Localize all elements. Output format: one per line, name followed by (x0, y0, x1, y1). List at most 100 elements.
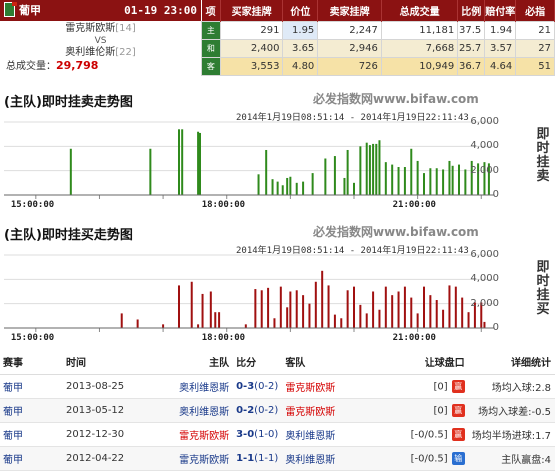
result-badge: 输 (451, 451, 465, 465)
bar (181, 129, 184, 195)
history-col-header: 详细统计 (468, 350, 555, 375)
bar (254, 289, 257, 328)
odds-col-header: 赔付率 (484, 0, 517, 21)
bar (69, 148, 72, 195)
odds-idx: 51 (515, 56, 555, 76)
bar (324, 158, 327, 195)
history-score: 3-0 (236, 428, 255, 440)
away-rank: [22] (115, 47, 136, 58)
history-away[interactable]: 奥利维恩斯 (285, 431, 335, 442)
vs-label: VS (94, 36, 107, 46)
bar (448, 285, 451, 328)
history-date: 2013-05-12 (66, 404, 125, 416)
odds-ratio: 36.7 (457, 56, 486, 76)
bar (257, 174, 260, 195)
history-league[interactable]: 葡甲 (3, 383, 23, 394)
bar (384, 286, 387, 328)
bar (289, 176, 292, 195)
history-handicap: [-0/0.5] (410, 429, 448, 440)
bar (429, 168, 432, 195)
bar (378, 309, 381, 328)
bar (451, 165, 454, 195)
home-rank: [14] (115, 23, 136, 34)
history-home[interactable]: 雷克斯欧斯 (179, 455, 229, 466)
odds-sell: 2,946 (317, 38, 382, 58)
bar (435, 168, 438, 195)
history-stat: 场均入球:2.8 (491, 382, 551, 394)
bar (435, 300, 438, 328)
bar (260, 290, 263, 328)
bar (162, 324, 165, 328)
bar (333, 314, 336, 328)
history-away[interactable]: 雷克斯欧斯 (285, 383, 335, 394)
history-half-score: (0-2) (254, 404, 279, 416)
history-home[interactable]: 奥利维恩斯 (179, 383, 229, 394)
bar (372, 143, 375, 195)
bar (359, 146, 362, 195)
bar (372, 291, 375, 328)
y-tick-label: 6,000 (470, 116, 499, 127)
bar (321, 270, 324, 328)
bar (295, 290, 298, 328)
bar (302, 181, 305, 195)
bar (410, 148, 413, 195)
history-handicap: [-0/0.5] (410, 453, 448, 464)
bar (442, 169, 445, 195)
bar (302, 295, 305, 328)
away-team[interactable]: 奥利维伦斯 (65, 47, 115, 58)
bar (423, 286, 425, 328)
history-col-header: 主队 (156, 350, 234, 375)
bar (286, 177, 289, 195)
bar (214, 312, 217, 328)
odds-buy: 2,400 (219, 38, 284, 58)
home-team[interactable]: 雷克斯欧斯 (65, 23, 115, 34)
x-tick-label: 21:00:00 (392, 333, 436, 343)
bar (273, 318, 276, 328)
bar (378, 140, 381, 195)
odds-ratio: 37.5 (457, 20, 486, 40)
bar (403, 286, 406, 328)
bar (178, 129, 180, 195)
bar (178, 285, 180, 328)
history-stat: 主队赢盘:4 (501, 454, 551, 466)
history-league[interactable]: 葡甲 (3, 431, 23, 442)
history-row: 葡甲 2012-12-30 雷克斯欧斯 3-0(1-0) 奥利维恩斯 [-0/0.5] 赢场… (0, 422, 555, 447)
bar (454, 286, 457, 328)
result-badge: 赢 (451, 403, 465, 417)
league-flag-icon (4, 2, 17, 17)
bar (442, 309, 445, 328)
history-league[interactable]: 葡甲 (3, 455, 23, 466)
history-home[interactable]: 雷克斯欧斯 (179, 431, 229, 442)
history-col-header: 客队 (282, 350, 380, 375)
history-home[interactable]: 奥利维恩斯 (179, 407, 229, 418)
odds-label: 客 (201, 56, 221, 76)
bar (340, 318, 343, 328)
bar (397, 291, 400, 328)
bar (265, 149, 268, 195)
history-away[interactable]: 奥利维恩斯 (285, 455, 335, 466)
history-row: 葡甲 2013-05-12 奥利维恩斯 0-2(0-2) 雷克斯欧斯 [0] 赢 场均入球差:… (0, 398, 555, 423)
match-header: 葡甲 01-19 23:00 雷克斯欧斯[14] VS 奥利维伦斯[22] 总成… (0, 0, 555, 76)
odds-row: 和 2,400 3.65 2,946 7,668 25.7 3.57 27 (201, 38, 555, 58)
history-away[interactable]: 雷克斯欧斯 (285, 407, 335, 418)
result-badge: 赢 (451, 379, 465, 393)
x-tick-label: 18:00:00 (201, 200, 246, 210)
bar (365, 313, 368, 328)
odds-idx: 21 (515, 20, 555, 40)
bar (353, 182, 355, 195)
history-league[interactable]: 葡甲 (3, 407, 23, 418)
x-tick-label: 15:00:00 (10, 200, 55, 210)
axis-side-label: 即时挂买 (536, 260, 550, 317)
bar (276, 181, 279, 195)
y-tick-label: 6,000 (470, 249, 499, 260)
league-bar: 葡甲 01-19 23:00 (0, 0, 201, 21)
y-tick-label: 0 (492, 189, 499, 200)
odds-ratio: 25.7 (457, 38, 486, 58)
odds-vol: 11,181 (380, 20, 459, 40)
bar (289, 291, 292, 328)
result-badge: 赢 (451, 427, 465, 441)
bar (197, 324, 200, 328)
bar (201, 293, 204, 328)
y-tick-label: 4,000 (470, 140, 499, 152)
league-name[interactable]: 葡甲 (19, 0, 41, 21)
